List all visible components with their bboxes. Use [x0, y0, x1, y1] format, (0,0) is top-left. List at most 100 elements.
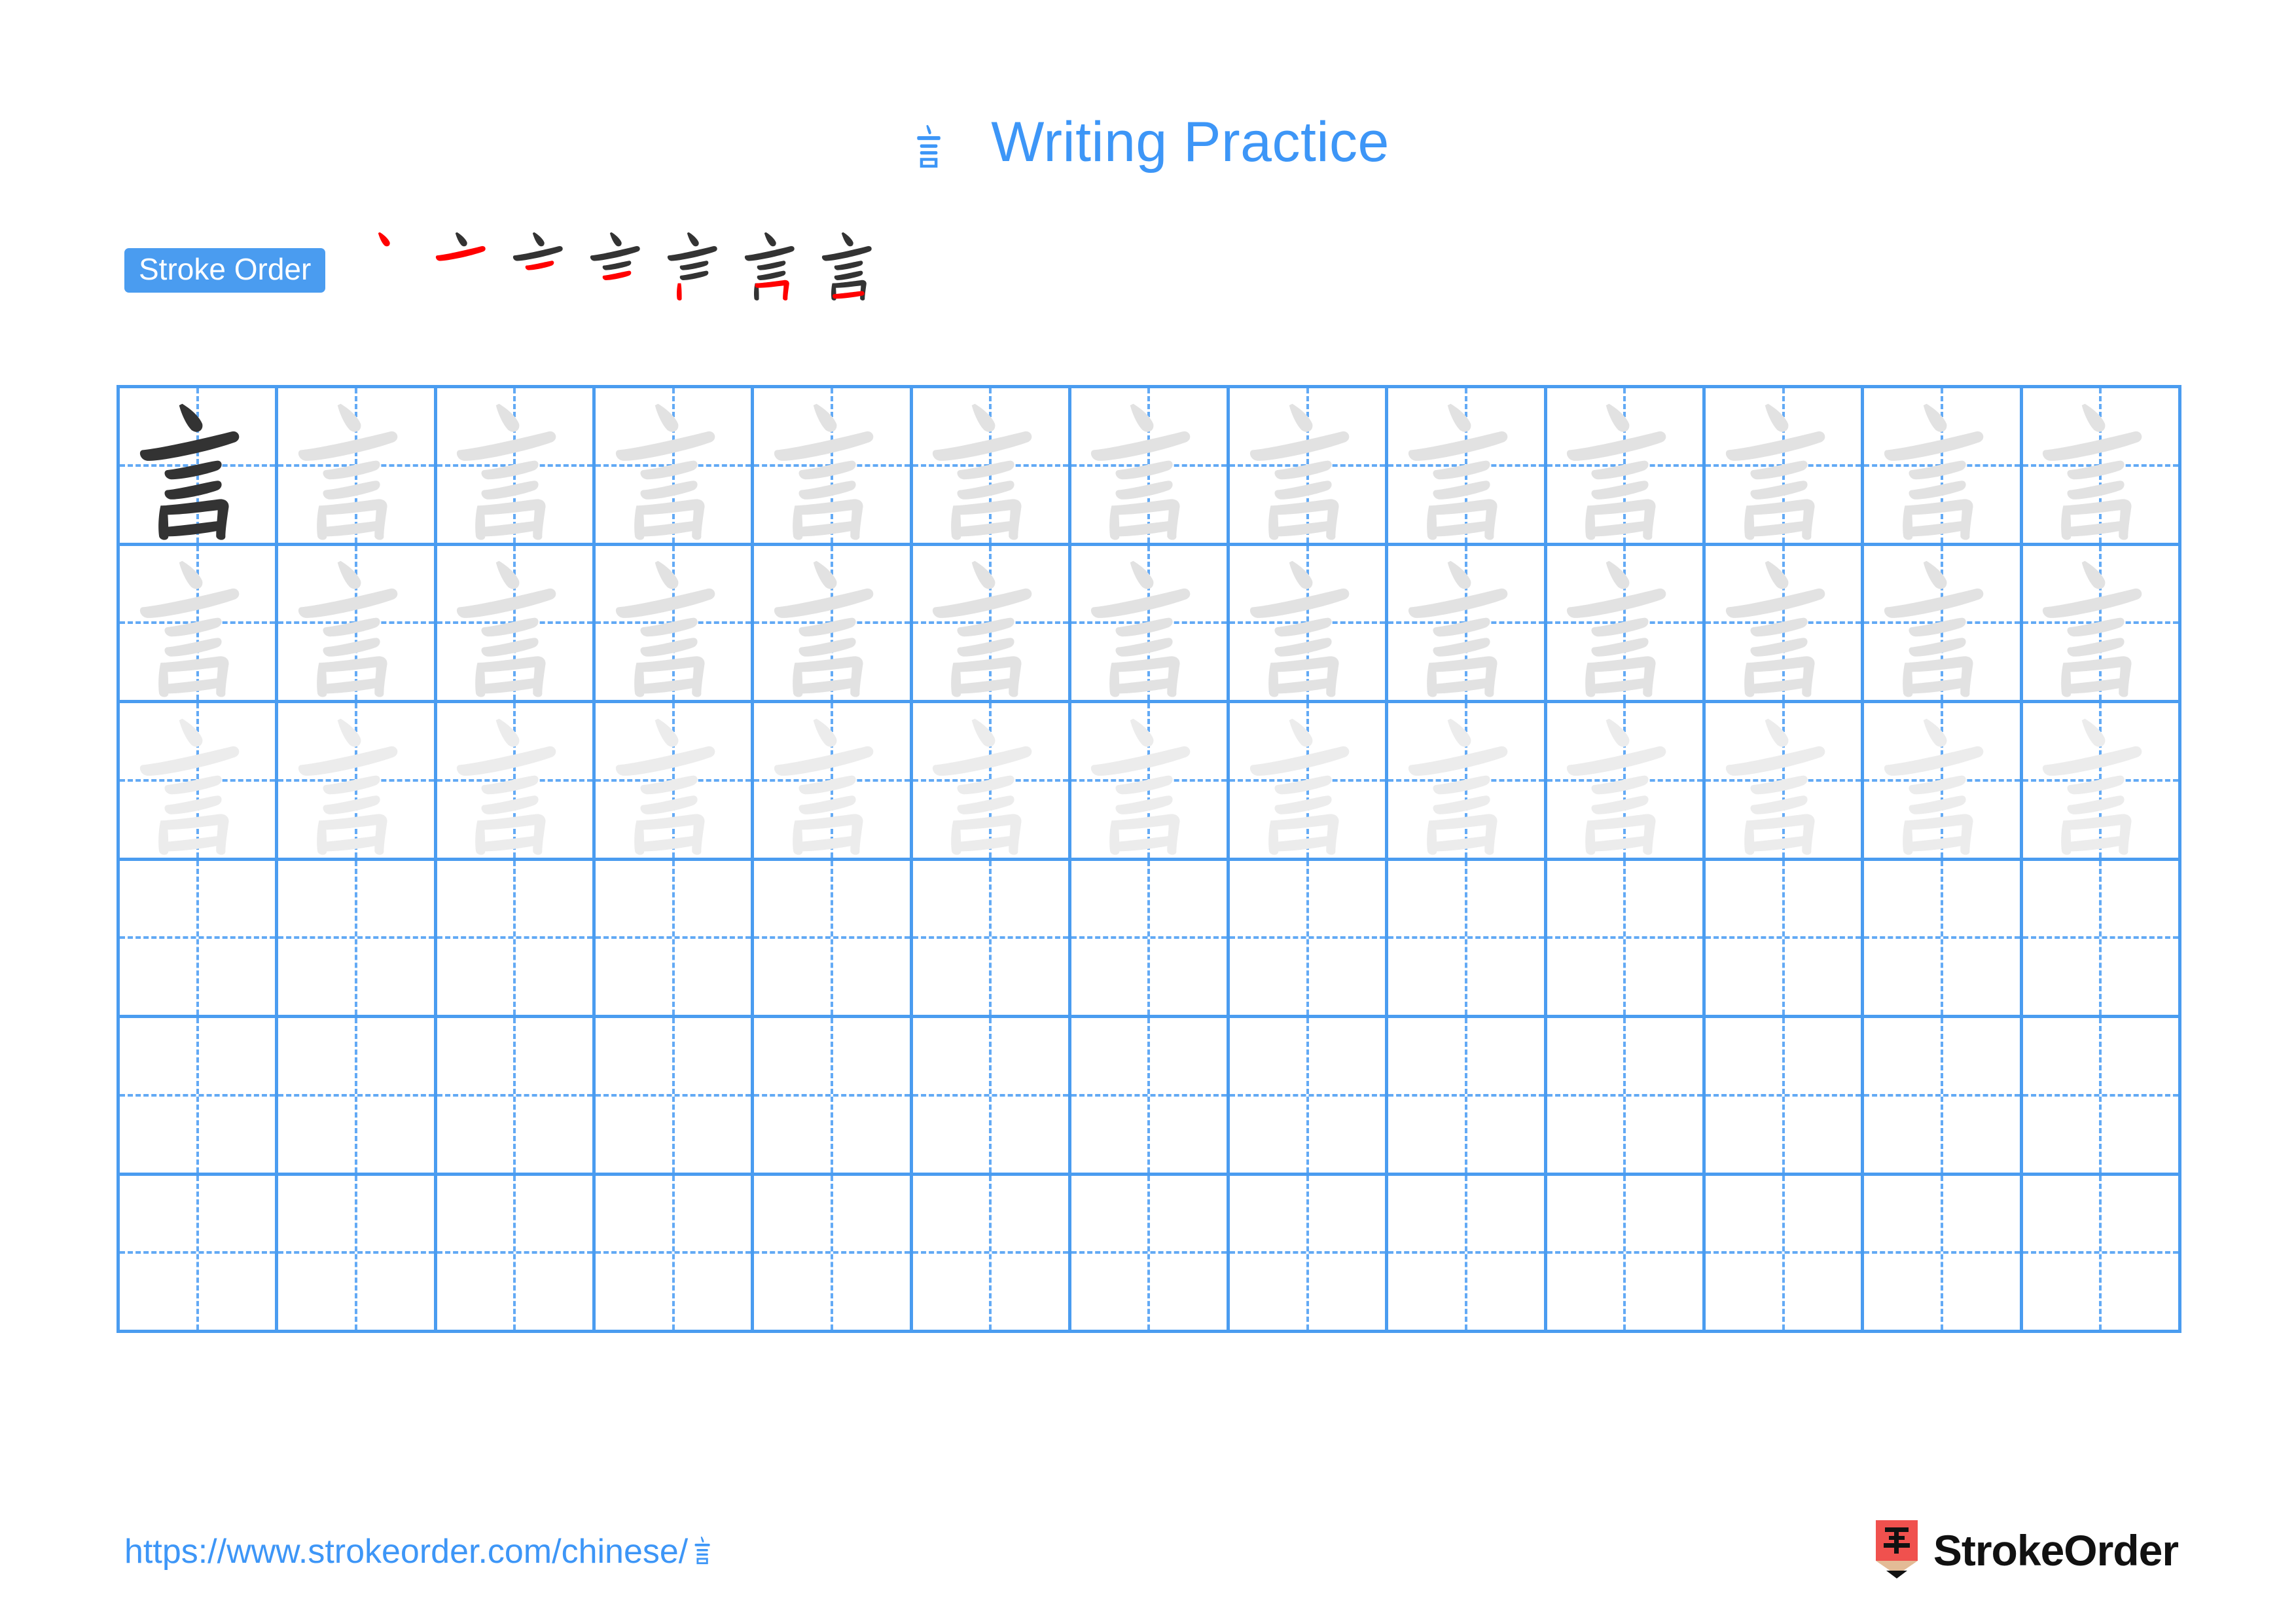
practice-cell-r2-c3[interactable]: [437, 545, 596, 703]
practice-cell-r3-c12[interactable]: [1864, 703, 2023, 861]
practice-cell-r5-c9[interactable]: [1388, 1018, 1547, 1176]
practice-cell-r3-c11[interactable]: [1706, 703, 1865, 861]
practice-cell-r6-c13[interactable]: [2022, 1175, 2181, 1333]
character-trace-glyph: [1706, 703, 1861, 858]
practice-cell-r5-c6[interactable]: [912, 1018, 1071, 1176]
character-trace-glyph: [1864, 388, 2019, 543]
practice-cell-r5-c2[interactable]: [278, 1018, 437, 1176]
practice-cell-r1-c4[interactable]: [595, 388, 755, 546]
practice-cell-r6-c10[interactable]: [1547, 1175, 1706, 1333]
character-trace-glyph: [1864, 703, 2019, 858]
practice-cell-r2-c1[interactable]: [120, 545, 279, 703]
practice-cell-r6-c2[interactable]: [278, 1175, 437, 1333]
practice-cell-r1-c11[interactable]: [1706, 388, 1865, 546]
practice-cell-r1-c8[interactable]: [1230, 388, 1389, 546]
practice-cell-r3-c1[interactable]: [120, 703, 279, 861]
practice-cell-r5-c3[interactable]: [437, 1018, 596, 1176]
practice-cell-r3-c9[interactable]: [1388, 703, 1547, 861]
practice-cell-r6-c7[interactable]: [1071, 1175, 1230, 1333]
character-trace-glyph: [437, 546, 592, 701]
practice-cell-r5-c4[interactable]: [595, 1018, 755, 1176]
practice-cell-r4-c9[interactable]: [1388, 860, 1547, 1018]
practice-cell-r2-c9[interactable]: [1388, 545, 1547, 703]
practice-cell-r5-c7[interactable]: [1071, 1018, 1230, 1176]
cell-vertical-guide: [1623, 860, 1626, 1015]
cell-horizontal-guide: [1706, 1251, 1861, 1254]
practice-cell-r5-c8[interactable]: [1230, 1018, 1389, 1176]
practice-cell-r4-c5[interactable]: [754, 860, 913, 1018]
practice-cell-r3-c7[interactable]: [1071, 703, 1230, 861]
character-trace-glyph: [754, 388, 909, 543]
practice-cell-r2-c13[interactable]: [2022, 545, 2181, 703]
practice-cell-r2-c12[interactable]: [1864, 545, 2023, 703]
practice-cell-r4-c6[interactable]: [912, 860, 1071, 1018]
practice-cell-r2-c7[interactable]: [1071, 545, 1230, 703]
practice-cell-r5-c1[interactable]: [120, 1018, 279, 1176]
practice-cell-r1-c6[interactable]: [912, 388, 1071, 546]
practice-cell-r5-c13[interactable]: [2022, 1018, 2181, 1176]
practice-cell-r1-c12[interactable]: [1864, 388, 2023, 546]
practice-cell-r2-c2[interactable]: [278, 545, 437, 703]
practice-cell-r3-c5[interactable]: [754, 703, 913, 861]
practice-cell-r2-c4[interactable]: [595, 545, 755, 703]
cell-vertical-guide: [989, 860, 992, 1015]
cell-vertical-guide: [2099, 1175, 2102, 1330]
practice-cell-r1-c7[interactable]: [1071, 388, 1230, 546]
practice-cell-r2-c6[interactable]: [912, 545, 1071, 703]
practice-cell-r3-c10[interactable]: [1547, 703, 1706, 861]
practice-cell-r1-c3[interactable]: [437, 388, 596, 546]
cell-horizontal-guide: [1071, 1093, 1227, 1097]
cell-horizontal-guide: [278, 1093, 434, 1097]
practice-cell-r1-c9[interactable]: [1388, 388, 1547, 546]
cell-vertical-guide: [354, 1175, 357, 1330]
practice-cell-r1-c2[interactable]: [278, 388, 437, 546]
practice-cell-r4-c1[interactable]: [120, 860, 279, 1018]
practice-cell-r3-c6[interactable]: [912, 703, 1071, 861]
practice-cell-r6-c3[interactable]: [437, 1175, 596, 1333]
practice-cell-r2-c5[interactable]: [754, 545, 913, 703]
practice-cell-r3-c13[interactable]: [2022, 703, 2181, 861]
practice-cell-r4-c2[interactable]: [278, 860, 437, 1018]
footer-url[interactable]: https://www.strokeorder.com/chinese/: [124, 1532, 719, 1571]
practice-cell-r6-c9[interactable]: [1388, 1175, 1547, 1333]
cell-vertical-guide: [2099, 860, 2102, 1015]
practice-cell-r3-c3[interactable]: [437, 703, 596, 861]
practice-cell-r1-c5[interactable]: [754, 388, 913, 546]
practice-cell-r5-c11[interactable]: [1706, 1018, 1865, 1176]
practice-cell-r1-c13[interactable]: [2022, 388, 2181, 546]
cell-horizontal-guide: [2022, 936, 2178, 939]
footer-logo[interactable]: StrokeOrder: [1872, 1519, 2179, 1582]
practice-cell-r5-c12[interactable]: [1864, 1018, 2023, 1176]
practice-cell-r3-c8[interactable]: [1230, 703, 1389, 861]
practice-cell-r4-c3[interactable]: [437, 860, 596, 1018]
practice-cell-r6-c12[interactable]: [1864, 1175, 2023, 1333]
practice-cell-r6-c1[interactable]: [120, 1175, 279, 1333]
practice-cell-r5-c5[interactable]: [754, 1018, 913, 1176]
practice-cell-r3-c4[interactable]: [595, 703, 755, 861]
practice-cell-r4-c11[interactable]: [1706, 860, 1865, 1018]
practice-cell-r6-c11[interactable]: [1706, 1175, 1865, 1333]
practice-cell-r4-c10[interactable]: [1547, 860, 1706, 1018]
cell-horizontal-guide: [437, 1093, 592, 1097]
practice-cell-r2-c11[interactable]: [1706, 545, 1865, 703]
practice-cell-r6-c5[interactable]: [754, 1175, 913, 1333]
practice-cell-r5-c10[interactable]: [1547, 1018, 1706, 1176]
practice-cell-r4-c8[interactable]: [1230, 860, 1389, 1018]
practice-cell-r2-c10[interactable]: [1547, 545, 1706, 703]
practice-cell-r4-c4[interactable]: [595, 860, 755, 1018]
practice-cell-r2-c8[interactable]: [1230, 545, 1389, 703]
practice-cell-r4-c13[interactable]: [2022, 860, 2181, 1018]
practice-cell-r1-c1[interactable]: [120, 388, 279, 546]
character-trace-glyph: [596, 388, 751, 543]
practice-cell-r3-c2[interactable]: [278, 703, 437, 861]
cell-vertical-guide: [1306, 860, 1309, 1015]
practice-cell-r4-c7[interactable]: [1071, 860, 1230, 1018]
practice-cell-r6-c6[interactable]: [912, 1175, 1071, 1333]
practice-cell-r4-c12[interactable]: [1864, 860, 2023, 1018]
practice-cell-r6-c8[interactable]: [1230, 1175, 1389, 1333]
cell-vertical-guide: [513, 1175, 516, 1330]
practice-cell-r1-c10[interactable]: [1547, 388, 1706, 546]
practice-cell-r6-c4[interactable]: [595, 1175, 755, 1333]
cell-horizontal-guide: [1864, 1251, 2020, 1254]
character-trace-glyph: [278, 388, 433, 543]
